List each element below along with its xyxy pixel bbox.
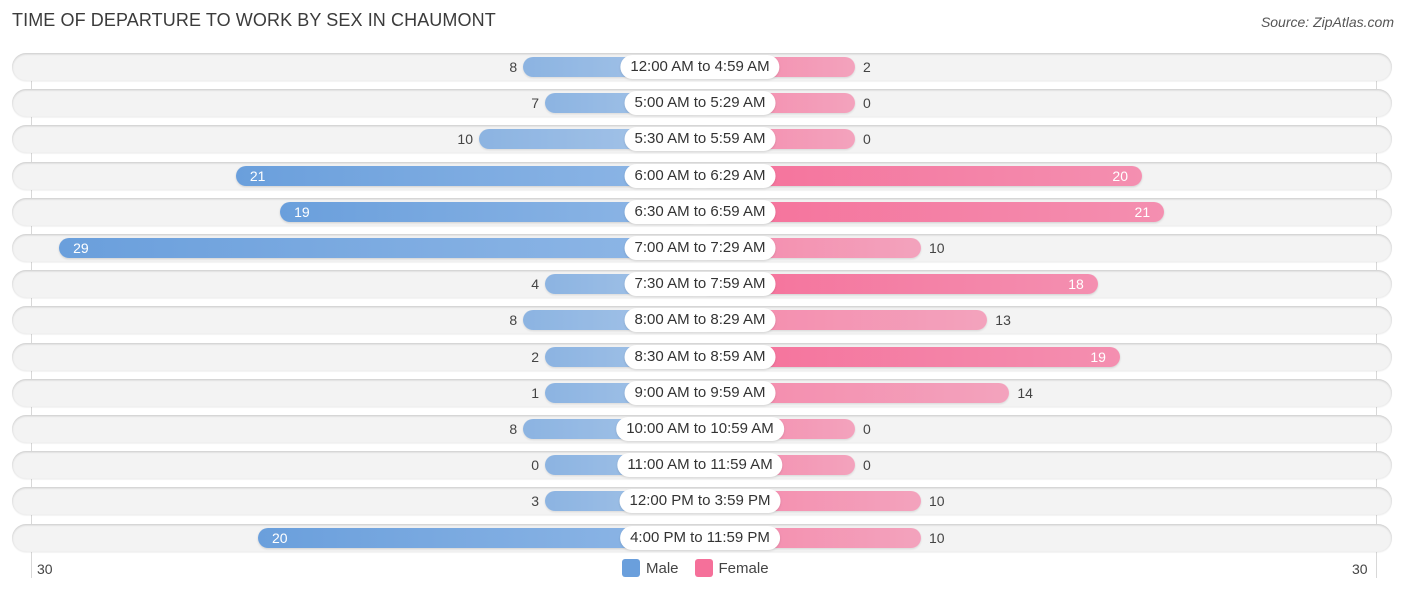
value-label-female: 10 bbox=[929, 493, 945, 510]
legend: Male Female bbox=[622, 559, 779, 577]
value-label-female: 14 bbox=[1017, 384, 1033, 401]
category-label: 5:30 AM to 5:59 AM bbox=[624, 127, 776, 152]
value-label-male: 21 bbox=[249, 167, 266, 184]
value-label-female: 20 bbox=[1112, 167, 1128, 184]
legend-label-male: Male bbox=[646, 559, 679, 577]
value-label-female: 10 bbox=[929, 529, 945, 546]
category-label: 11:00 AM to 11:59 AM bbox=[617, 453, 783, 478]
value-label-male: 8 bbox=[509, 421, 518, 437]
category-label: 7:00 AM to 7:29 AM bbox=[624, 236, 776, 260]
category-label: 8:30 AM to 8:59 AM bbox=[624, 344, 776, 369]
value-label-female: 0 bbox=[863, 421, 871, 437]
value-label-female: 18 bbox=[1068, 276, 1084, 293]
value-label-female: 13 bbox=[995, 312, 1011, 329]
value-label-male: 10 bbox=[457, 131, 473, 148]
category-label: 6:30 AM to 6:59 AM bbox=[624, 199, 776, 224]
category-label: 10:00 AM to 10:59 AM bbox=[616, 417, 784, 441]
axis-tick-left: 30 bbox=[37, 561, 53, 577]
value-label-male: 1 bbox=[531, 384, 539, 401]
value-label-female: 0 bbox=[863, 457, 871, 474]
value-label-female: 10 bbox=[929, 240, 945, 256]
category-label: 12:00 PM to 3:59 PM bbox=[619, 489, 781, 514]
value-label-female: 0 bbox=[863, 131, 871, 148]
value-label-female: 19 bbox=[1090, 348, 1106, 365]
chart-title: TIME OF DEPARTURE TO WORK BY SEX IN CHAU… bbox=[12, 10, 496, 30]
category-label: 12:00 AM to 4:59 AM bbox=[620, 55, 780, 79]
value-label-male: 0 bbox=[531, 457, 539, 474]
value-label-male: 7 bbox=[531, 95, 539, 112]
category-label: 6:00 AM to 6:29 AM bbox=[624, 163, 776, 188]
value-label-male: 8 bbox=[509, 59, 518, 75]
value-label-female: 21 bbox=[1134, 203, 1151, 220]
value-label-male: 3 bbox=[531, 493, 539, 510]
value-label-male: 4 bbox=[531, 276, 539, 293]
axis-tick-right: 30 bbox=[1352, 561, 1368, 577]
category-label: 5:00 AM to 5:29 AM bbox=[624, 91, 776, 116]
bar-male[interactable] bbox=[59, 238, 700, 258]
value-label-female: 0 bbox=[863, 95, 871, 112]
value-label-male: 19 bbox=[294, 203, 310, 220]
category-label: 7:30 AM to 7:59 AM bbox=[624, 272, 776, 297]
value-label-male: 29 bbox=[73, 240, 89, 256]
category-label: 9:00 AM to 9:59 AM bbox=[624, 380, 776, 405]
value-label-male: 20 bbox=[272, 529, 288, 546]
category-label: 8:00 AM to 8:29 AM bbox=[624, 308, 776, 333]
value-label-male: 8 bbox=[509, 312, 518, 329]
value-label-male: 2 bbox=[531, 348, 539, 365]
category-label: 4:00 PM to 11:59 PM bbox=[620, 525, 780, 550]
legend-item-female[interactable]: Female bbox=[694, 559, 769, 577]
source-label: Source: ZipAtlas.com bbox=[1260, 14, 1394, 30]
legend-item-male[interactable]: Male bbox=[622, 559, 679, 577]
value-label-female: 2 bbox=[863, 59, 871, 75]
legend-swatch-male bbox=[622, 559, 640, 577]
legend-swatch-female bbox=[694, 559, 713, 577]
legend-label-female: Female bbox=[718, 559, 769, 577]
